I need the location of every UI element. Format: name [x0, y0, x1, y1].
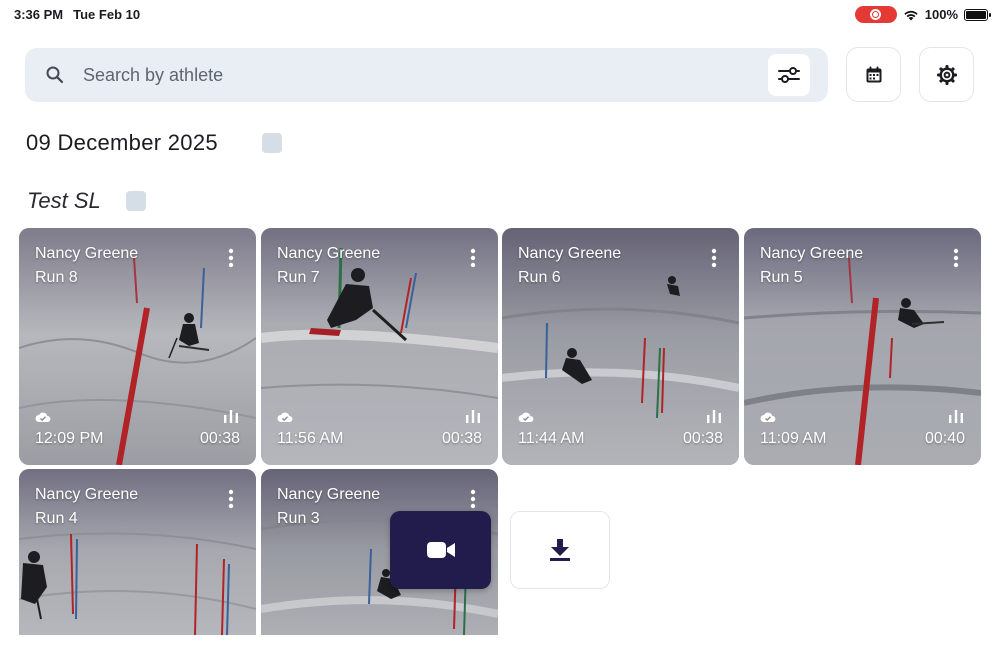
- run-time: 11:44 AM: [518, 430, 585, 447]
- more-options-icon[interactable]: [228, 248, 234, 268]
- more-options-icon[interactable]: [470, 248, 476, 268]
- session-select-checkbox[interactable]: [126, 191, 146, 211]
- video-camera-icon: [426, 542, 455, 558]
- run-label: Run 5: [760, 269, 803, 286]
- athlete-name: Nancy Greene: [35, 245, 139, 262]
- run-time: 12:09 PM: [35, 430, 104, 447]
- more-options-icon[interactable]: [953, 248, 959, 268]
- calendar-icon: [866, 66, 881, 82]
- session-title: Test SL: [27, 188, 101, 213]
- run-time: 11:09 AM: [760, 430, 827, 447]
- calendar-button[interactable]: [846, 47, 901, 102]
- sliders-icon: [778, 67, 800, 83]
- run-duration: 00:38: [199, 430, 240, 447]
- cloud-synced-icon: [760, 412, 776, 422]
- run-tile[interactable]: Nancy Greene Run 5 11:09 AM 00:40: [744, 228, 981, 465]
- battery-percent: 100%: [924, 7, 958, 22]
- bar-chart-icon[interactable]: [706, 409, 722, 423]
- search-bar: [25, 48, 828, 102]
- bar-chart-icon[interactable]: [465, 409, 481, 423]
- run-time: 11:56 AM: [277, 430, 344, 447]
- cloud-synced-icon: [518, 412, 534, 422]
- athlete-name: Nancy Greene: [277, 486, 381, 503]
- athlete-name: Nancy Greene: [760, 245, 864, 262]
- battery-icon: [964, 8, 991, 21]
- filter-button[interactable]: [768, 54, 810, 96]
- athlete-name: Nancy Greene: [277, 245, 381, 262]
- status-time: 3:36 PM: [14, 7, 64, 22]
- date-select-checkbox[interactable]: [262, 133, 282, 153]
- run-duration: 00:40: [924, 430, 965, 447]
- run-tile[interactable]: Nancy Greene Run 7 11:56 AM 00:38: [261, 228, 498, 465]
- search-icon: [46, 66, 64, 84]
- cloud-synced-icon: [277, 412, 293, 422]
- run-label: Run 6: [518, 269, 561, 286]
- run-duration: 00:38: [441, 430, 482, 447]
- run-tile[interactable]: Nancy Greene Run 8 12:09 PM 00:38: [19, 228, 256, 465]
- athlete-name: Nancy Greene: [518, 245, 622, 262]
- search-input[interactable]: [83, 48, 763, 102]
- run-tile[interactable]: Nancy Greene Run 6 11:44 AM 00:38: [502, 228, 739, 465]
- more-options-icon[interactable]: [470, 489, 476, 509]
- settings-button[interactable]: [919, 47, 974, 102]
- more-options-icon[interactable]: [711, 248, 717, 268]
- download-icon: [550, 539, 570, 561]
- status-bar: 3:36 PM Tue Feb 10 100%: [0, 0, 1000, 28]
- run-tile[interactable]: Nancy Greene Run 4: [19, 469, 256, 635]
- download-button[interactable]: [510, 511, 610, 589]
- run-label: Run 7: [277, 269, 320, 286]
- status-date: Tue Feb 10: [73, 7, 141, 22]
- wifi-icon: [904, 10, 918, 20]
- date-heading: 09 December 2025: [26, 130, 218, 155]
- bar-chart-icon[interactable]: [223, 409, 239, 423]
- athlete-name: Nancy Greene: [35, 486, 139, 503]
- run-label: Run 4: [35, 510, 78, 527]
- gear-icon: [936, 64, 957, 85]
- cloud-synced-icon: [35, 412, 51, 422]
- run-duration: 00:38: [682, 430, 723, 447]
- bar-chart-icon[interactable]: [948, 409, 964, 423]
- run-label: Run 8: [35, 269, 78, 286]
- screen-recording-icon: [854, 6, 897, 23]
- record-video-button[interactable]: [390, 511, 491, 589]
- run-label: Run 3: [277, 510, 320, 527]
- more-options-icon[interactable]: [228, 489, 234, 509]
